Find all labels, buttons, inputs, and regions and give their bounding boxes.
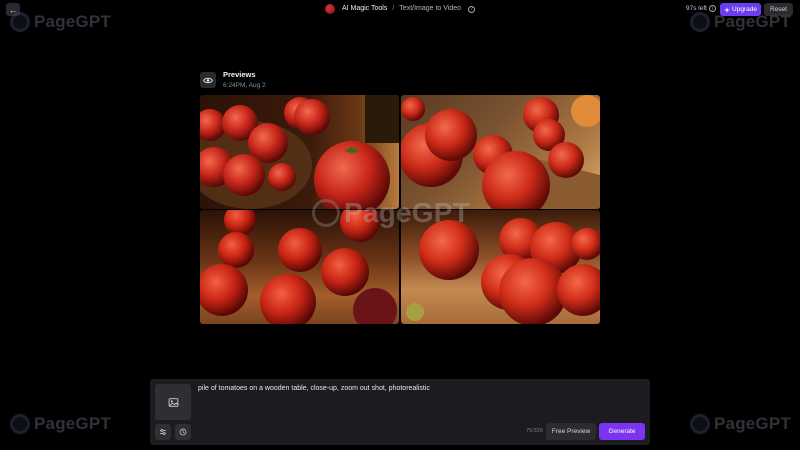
watermark-logo-icon	[10, 414, 30, 434]
watermark-top-right: PageGPT	[690, 12, 791, 32]
generate-button[interactable]: Generate	[599, 423, 645, 440]
breadcrumb-current: Text/Image to Video	[399, 5, 462, 12]
question-circle-icon[interactable]: ?	[468, 5, 476, 13]
watermark-top-left: PageGPT	[10, 12, 111, 32]
top-bar: ← AI Magic Tools / Text/Image to Video ?…	[0, 0, 800, 18]
prompt-panel: pile of tomatoes on a wooden table, clos…	[150, 379, 650, 445]
watermark-center: PageGPT	[312, 197, 470, 229]
watermark-logo-icon	[312, 199, 340, 227]
watermark-logo-icon	[690, 12, 710, 32]
breadcrumb: AI Magic Tools / Text/Image to Video ?	[0, 3, 800, 15]
history-button[interactable]	[175, 424, 191, 440]
breadcrumb-tools[interactable]: AI Magic Tools	[342, 3, 387, 15]
preview-image-1[interactable]	[200, 95, 399, 209]
image-upload-icon	[168, 397, 178, 407]
credits-text: 97s left	[686, 5, 707, 12]
settings-button[interactable]	[155, 424, 171, 440]
watermark-text: PageGPT	[34, 414, 111, 433]
previews-title: Previews	[223, 70, 256, 79]
tomatoes-image	[200, 95, 399, 209]
character-counter: 75/320	[526, 428, 543, 434]
breadcrumb-separator: /	[392, 5, 395, 12]
previews-header: Previews 6:24PM, Aug 2	[200, 70, 266, 90]
preview-image-2[interactable]	[401, 95, 600, 209]
previews-timestamp: 6:24PM, Aug 2	[223, 82, 266, 89]
tomatoes-image	[401, 95, 600, 209]
clock-icon	[179, 428, 187, 436]
toggle-previews-button[interactable]	[200, 72, 216, 88]
watermark-text: PageGPT	[714, 414, 791, 433]
eye-icon	[203, 77, 213, 83]
free-preview-button[interactable]: Free Preview	[546, 423, 596, 440]
image-upload-button[interactable]	[155, 384, 191, 420]
watermark-text: PageGPT	[34, 12, 111, 31]
previews-meta: Previews 6:24PM, Aug 2	[223, 70, 266, 90]
watermark-text: PageGPT	[714, 12, 791, 31]
tool-logo-icon	[324, 4, 335, 14]
preview-grid: PageGPT	[200, 95, 600, 324]
watermark-bottom-left: PageGPT	[10, 414, 111, 434]
watermark-logo-icon	[10, 12, 30, 32]
watermark-bottom-right: PageGPT	[690, 414, 791, 434]
info-circle-icon[interactable]: i	[708, 5, 716, 12]
sliders-icon	[160, 429, 166, 435]
watermark-logo-icon	[690, 414, 710, 434]
watermark-text: PageGPT	[344, 197, 470, 228]
credits-remaining: 97s left i	[686, 5, 716, 12]
prompt-input[interactable]: pile of tomatoes on a wooden table, clos…	[198, 384, 638, 404]
